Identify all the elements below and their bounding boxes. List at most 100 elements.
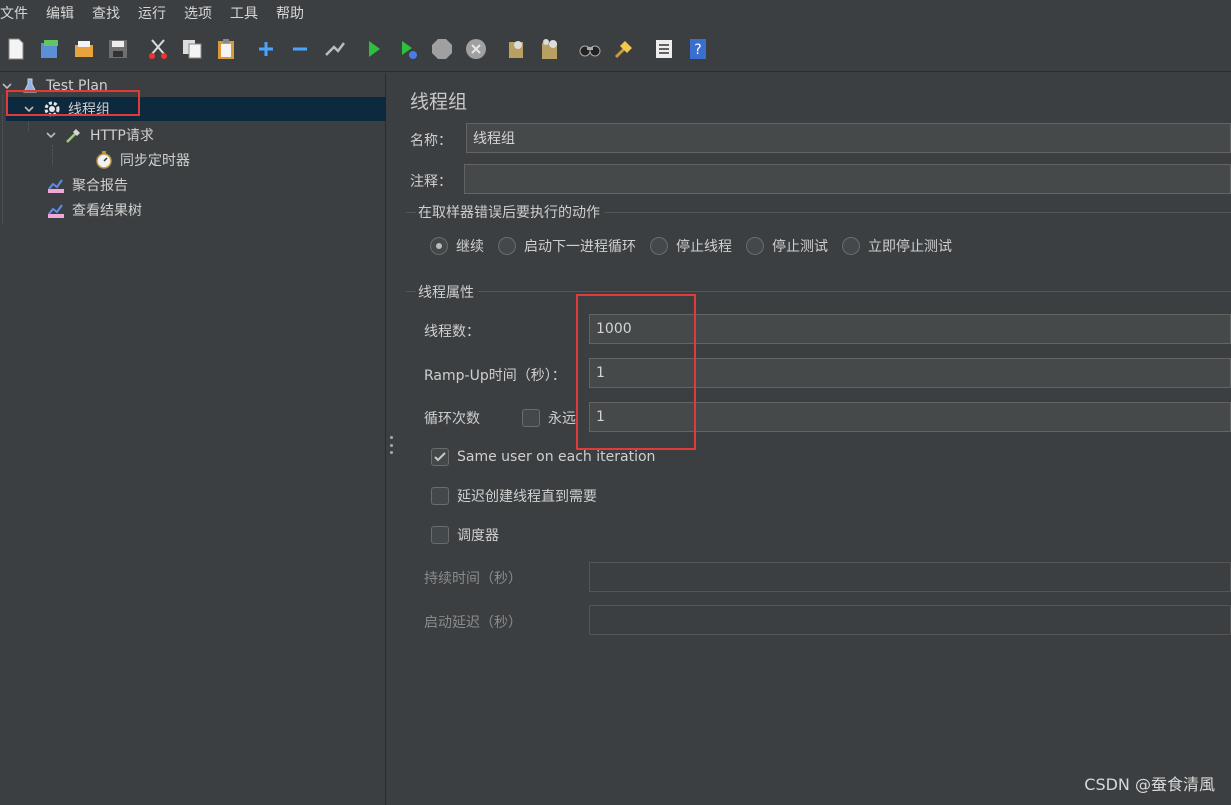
save-icon: [109, 39, 127, 58]
radio-continue[interactable]: 继续: [430, 236, 484, 256]
name-field[interactable]: 线程组: [466, 123, 1231, 153]
radio-label: 继续: [456, 239, 484, 255]
stop-icon: [432, 38, 452, 59]
templates-button[interactable]: [36, 35, 64, 63]
menu-edit[interactable]: 编辑: [46, 3, 82, 23]
delay-thread-creation-checkbox[interactable]: 延迟创建线程直到需要: [431, 486, 597, 506]
pipette-icon: [64, 125, 84, 145]
tree-item-aggregate-report[interactable]: 聚合报告: [46, 173, 128, 197]
stopwatch-icon: [94, 150, 114, 170]
scheduler-checkbox[interactable]: 调度器: [431, 525, 499, 545]
radio-indicator: [650, 237, 668, 255]
same-user-checkbox[interactable]: Same user on each iteration: [431, 448, 655, 466]
tree-item-label: 同步定时器: [120, 153, 190, 169]
chevron-down-icon[interactable]: [44, 128, 58, 142]
menu-search[interactable]: 查找: [92, 3, 128, 23]
tree-item-http-request[interactable]: HTTP请求: [44, 123, 154, 147]
tree-item-label: 查看结果树: [72, 203, 142, 219]
stop-button[interactable]: [428, 35, 456, 63]
tree-item-label: HTTP请求: [90, 128, 154, 144]
help-button[interactable]: ?: [684, 35, 712, 63]
add-icon: [259, 41, 273, 56]
radio-label: 停止测试: [772, 239, 828, 255]
function-helper-button[interactable]: [650, 35, 678, 63]
start-button[interactable]: [360, 35, 388, 63]
radio-label: 立即停止测试: [868, 239, 952, 255]
clear-icon: [509, 40, 523, 58]
toolbar: ?: [0, 26, 1231, 72]
function-helper-icon: [656, 39, 672, 58]
radio-stop-test-now[interactable]: 立即停止测试: [842, 236, 952, 256]
checkbox-indicator: [431, 448, 449, 466]
radio-stop-test[interactable]: 停止测试: [746, 236, 828, 256]
startup-delay-label: 启动延迟（秒）: [424, 615, 522, 631]
comment-label: 注释：: [410, 174, 452, 190]
menu-run[interactable]: 运行: [138, 3, 174, 23]
svg-text:?: ?: [694, 42, 701, 58]
save-button[interactable]: [104, 35, 132, 63]
same-user-label: Same user on each iteration: [457, 449, 656, 465]
tree-item-sync-timer[interactable]: 同步定时器: [94, 148, 190, 172]
name-label: 名称：: [410, 133, 452, 149]
radio-label: 停止线程: [676, 239, 732, 255]
report-chart-icon: [46, 200, 66, 220]
start-no-pause-button[interactable]: [394, 35, 422, 63]
startup-delay-input[interactable]: [589, 605, 1231, 635]
shutdown-button[interactable]: [462, 35, 490, 63]
checkbox-indicator: [431, 526, 449, 544]
thread-group-panel: 线程组 名称： 线程组 注释： 在取样器错误后要执行的动作 继续 启动下一进程循…: [398, 73, 1231, 805]
test-plan-tree: Test Plan 线程组 HTTP请求 同步定时器 聚合报告 查看结果树: [0, 73, 386, 805]
comment-field[interactable]: [464, 164, 1231, 194]
report-chart-icon: [46, 175, 66, 195]
highlight-box-thread-group: [6, 90, 140, 116]
tree-item-label: 聚合报告: [72, 178, 128, 194]
help-icon: ?: [690, 38, 706, 59]
paste-icon: [218, 38, 234, 59]
rampup-label: Ramp-Up时间（秒）：: [424, 368, 566, 384]
copy-button[interactable]: [178, 35, 206, 63]
watermark: CSDN @蚕食清風: [1084, 775, 1215, 794]
menu-help[interactable]: 帮助: [276, 3, 312, 23]
clear-all-button[interactable]: [536, 35, 564, 63]
open-icon: [75, 40, 93, 57]
remove-icon: [293, 47, 307, 50]
new-icon: [8, 38, 24, 59]
remove-button[interactable]: [286, 35, 314, 63]
search-button[interactable]: [576, 35, 604, 63]
add-button[interactable]: [252, 35, 280, 63]
splitter-handle[interactable]: [389, 436, 393, 454]
delay-label: 延迟创建线程直到需要: [457, 489, 597, 505]
duration-input[interactable]: [589, 562, 1231, 592]
copy-icon: [183, 39, 202, 58]
thread-props-section-title: 线程属性: [416, 282, 478, 302]
cut-button[interactable]: [144, 35, 172, 63]
threads-label: 线程数：: [424, 324, 480, 340]
loop-label: 循环次数: [424, 411, 480, 427]
duration-label: 持续时间（秒）: [424, 571, 522, 587]
panel-title: 线程组: [410, 91, 468, 113]
radio-start-next-loop[interactable]: 启动下一进程循环: [498, 236, 636, 256]
scheduler-label: 调度器: [457, 528, 499, 544]
paste-button[interactable]: [212, 35, 240, 63]
highlight-box-thread-props: [576, 294, 696, 450]
clear-all-icon: [542, 38, 557, 59]
error-action-radio-group: 继续 启动下一进程循环 停止线程 停止测试 立即停止测试: [430, 236, 966, 256]
reset-search-button[interactable]: [610, 35, 638, 63]
start-no-pause-icon: [402, 40, 417, 59]
open-button[interactable]: [70, 35, 98, 63]
radio-stop-thread[interactable]: 停止线程: [650, 236, 732, 256]
clear-button[interactable]: [502, 35, 530, 63]
menu-tools[interactable]: 工具: [230, 3, 266, 23]
menu-file[interactable]: 文件: [0, 3, 36, 23]
start-icon: [369, 40, 380, 57]
toggle-icon: [325, 41, 345, 56]
error-action-section-title: 在取样器错误后要执行的动作: [416, 202, 604, 222]
forever-checkbox[interactable]: 永远: [522, 408, 576, 428]
templates-icon: [41, 39, 58, 58]
radio-indicator: [842, 237, 860, 255]
toggle-button[interactable]: [320, 35, 348, 63]
new-button[interactable]: [2, 35, 30, 63]
menu-options[interactable]: 选项: [184, 3, 220, 23]
tree-item-view-results-tree[interactable]: 查看结果树: [46, 198, 142, 222]
search-icon: [579, 45, 601, 56]
